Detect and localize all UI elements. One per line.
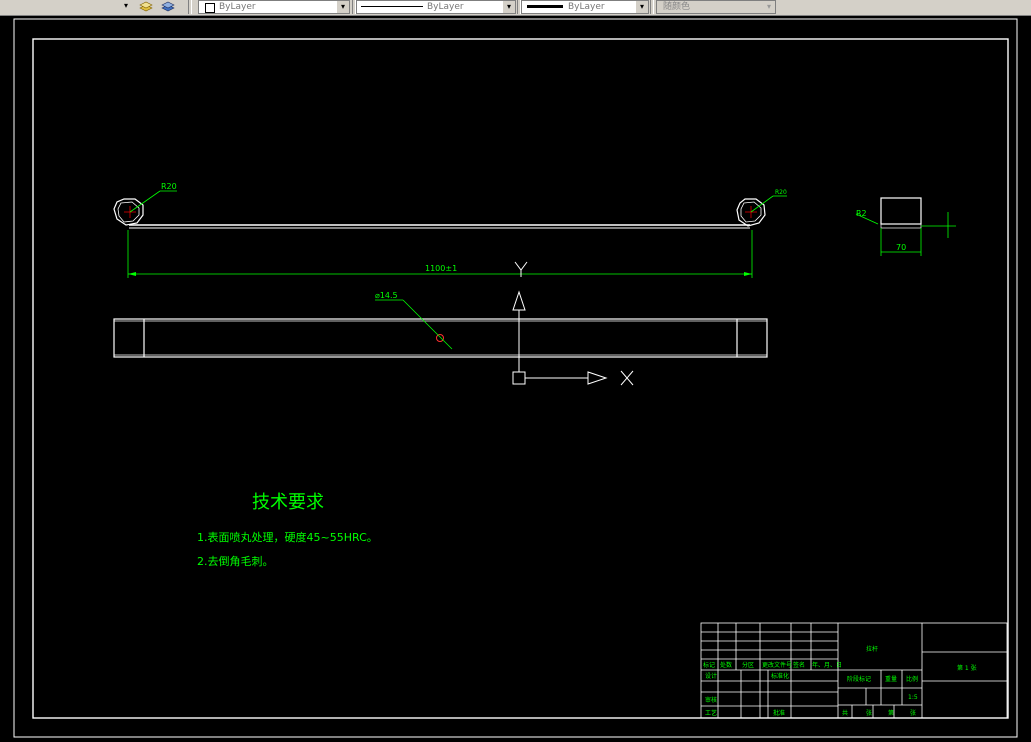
bottom-row-label: 共	[842, 709, 848, 717]
standardize-label: 标准化	[771, 672, 789, 680]
dim-r20-right-label: R20	[775, 189, 787, 196]
approve-label: 批准	[773, 709, 785, 717]
lineweight-sample-icon	[527, 5, 563, 8]
dim-r2-label: R2	[856, 209, 867, 218]
row-label: 标记	[703, 661, 715, 669]
chevron-down-icon: ▾	[763, 1, 775, 13]
scale-value: 1:5	[908, 694, 918, 701]
row-label: 处数	[720, 661, 732, 669]
toolbar-separator	[188, 0, 192, 14]
drawing-canvas[interactable]: R20 R20 1100±1 ⌀14.5 Y X	[0, 16, 1031, 742]
sheet-info: 第 1 张	[957, 664, 977, 672]
row-label: 分区	[742, 661, 754, 669]
layer-to-current-icon[interactable]	[139, 0, 153, 12]
dim-r20-label: R20	[161, 182, 177, 191]
lineweight-control-dropdown[interactable]: ByLayer ▾	[521, 0, 649, 14]
bottom-row-label: 张	[866, 709, 872, 717]
weight-label: 重量	[885, 675, 897, 683]
color-value: ByLayer	[219, 2, 256, 12]
layer-dropdown[interactable]: ▾	[0, 0, 132, 12]
bottom-row-label: 第	[888, 709, 894, 717]
scale-label: 比例	[906, 675, 918, 683]
linetype-value: ByLayer	[427, 2, 464, 12]
properties-toolbar: ▾ ByLayer ▾ ByLayer ▾ ByLayer ▾ 随颜色 ▾	[0, 0, 1031, 16]
checker-label: 审核	[705, 696, 717, 704]
chevron-down-icon: ▾	[120, 0, 132, 12]
toolbar-separator	[650, 0, 654, 14]
chevron-down-icon: ▾	[503, 1, 515, 13]
process-label: 工艺	[705, 709, 717, 717]
dim-70-label: 70	[896, 243, 906, 252]
stage-mark-label: 阶段标记	[847, 675, 871, 683]
tech-requirement-item: 2.去倒角毛刺。	[197, 555, 274, 568]
layer-previous-icon[interactable]	[161, 0, 175, 12]
tech-requirement-item: 1.表面喷丸处理，硬度45~55HRC。	[197, 530, 378, 544]
row-label: 更改文件号	[762, 661, 792, 669]
part-name: 拉杆	[866, 645, 878, 653]
plotstyle-value: 随颜色	[663, 2, 691, 12]
linetype-sample-icon	[361, 6, 423, 7]
lineweight-value: ByLayer	[568, 2, 605, 12]
dim-length-label: 1100±1	[425, 264, 457, 273]
dim-hole-label: ⌀14.5	[375, 291, 398, 300]
designer-label: 设计	[705, 672, 717, 680]
plotstyle-control-dropdown[interactable]: 随颜色 ▾	[656, 0, 776, 14]
linetype-control-dropdown[interactable]: ByLayer ▾	[356, 0, 516, 14]
chevron-down-icon: ▾	[636, 1, 648, 13]
tech-requirements-title: 技术要求	[252, 492, 324, 513]
color-swatch-icon	[205, 3, 215, 13]
row-label: 签名	[793, 661, 805, 669]
chevron-down-icon: ▾	[337, 1, 349, 13]
bottom-row-label: 张	[910, 709, 916, 717]
color-control-dropdown[interactable]: ByLayer ▾	[198, 0, 350, 14]
row-label: 年、月、日	[812, 661, 842, 669]
